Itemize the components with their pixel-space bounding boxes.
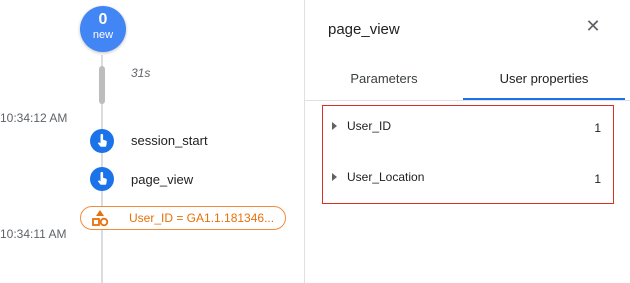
event-session-start[interactable]: session_start <box>131 133 208 148</box>
property-value: 1 <box>594 172 601 186</box>
property-value: 1 <box>594 121 601 135</box>
tab-parameters[interactable]: Parameters <box>305 58 463 100</box>
shapes-icon <box>92 210 109 227</box>
touch-icon[interactable] <box>90 167 114 191</box>
timestamp: 10:34:11 AM <box>0 227 67 241</box>
panel-title: page_view <box>328 21 400 38</box>
property-label: User_ID <box>347 119 392 133</box>
expand-arrow-icon <box>332 173 337 181</box>
user-property-chip-text: User_ID = GA1.1.181346... <box>129 211 275 225</box>
timestamp: 10:34:12 AM <box>0 111 68 125</box>
touch-icon[interactable] <box>90 129 114 153</box>
user-property-chip[interactable]: User_ID = GA1.1.181346... <box>80 206 286 230</box>
event-details-panel: page_view ✕ Parameters User properties U… <box>305 0 630 283</box>
timeline-panel: 0 new 31s 10:34:12 AM 10:34:11 AM sessio… <box>0 0 305 283</box>
new-events-bubble[interactable]: 0 new <box>80 6 126 52</box>
timeline-scroll-handle[interactable] <box>99 66 105 104</box>
close-icon[interactable]: ✕ <box>581 14 605 38</box>
new-events-count: 0 <box>98 11 108 28</box>
property-row-user-location[interactable]: User_Location 1 <box>323 167 613 191</box>
property-row-user-id[interactable]: User_ID 1 <box>323 116 613 140</box>
tab-user-properties[interactable]: User properties <box>463 58 625 100</box>
event-page-view[interactable]: page_view <box>131 172 193 187</box>
property-label: User_Location <box>347 170 425 184</box>
tabs-divider <box>305 100 630 101</box>
new-events-label: new <box>92 29 114 41</box>
time-gap-label: 31s <box>131 66 151 80</box>
expand-arrow-icon <box>332 122 337 130</box>
